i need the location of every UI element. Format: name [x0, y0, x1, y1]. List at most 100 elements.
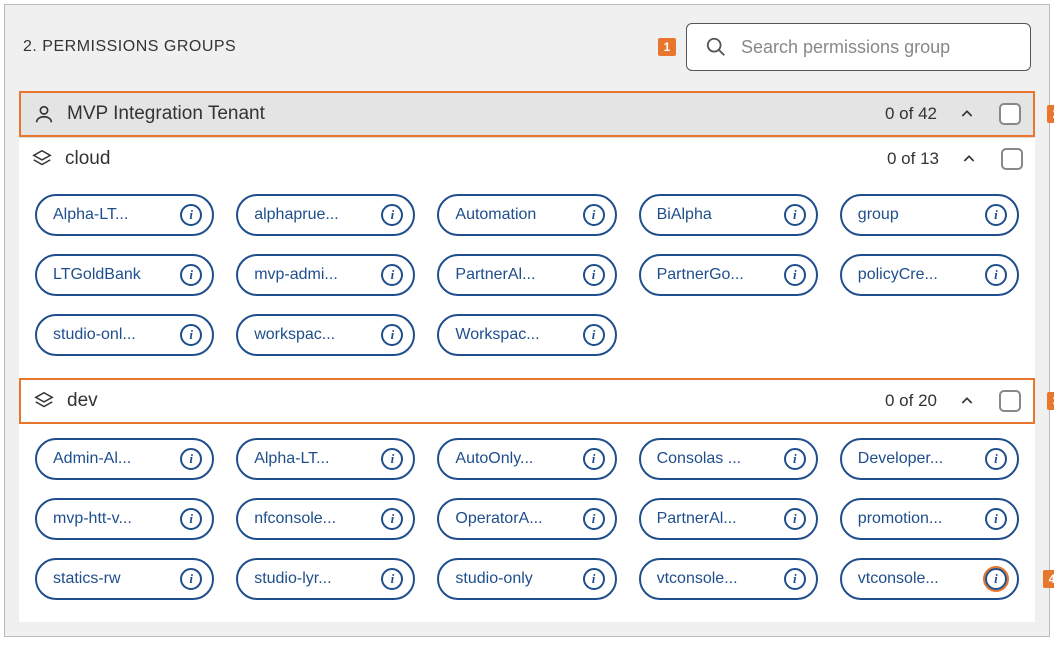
tenant-checkbox[interactable]: [999, 103, 1021, 125]
chip-label: OperatorA...: [455, 510, 542, 528]
info-icon[interactable]: i: [180, 448, 202, 470]
permission-chip[interactable]: Alpha-LT... i: [35, 194, 214, 236]
realm-checkbox[interactable]: [1001, 148, 1023, 170]
chip-label: vtconsole...: [657, 570, 738, 588]
realm-row[interactable]: dev0 of 20: [19, 378, 1035, 424]
info-icon[interactable]: i: [180, 264, 202, 286]
permission-chip[interactable]: BiAlpha i: [639, 194, 818, 236]
chip-label: Alpha-LT...: [254, 450, 329, 468]
panel-body: MVP Integration Tenant 0 of 42 2 cloud 0 …: [19, 91, 1035, 622]
info-icon[interactable]: i: [583, 448, 605, 470]
chip-label: studio-lyr...: [254, 570, 331, 588]
permission-chip[interactable]: Developer... i: [840, 438, 1019, 480]
permission-chip[interactable]: Workspac...i: [437, 314, 616, 356]
permission-chip[interactable]: AutoOnly... i: [437, 438, 616, 480]
chips-grid: Admin-Al...iAlpha-LT...iAutoOnly...iCons…: [19, 424, 1035, 622]
permission-chip[interactable]: OperatorA... i: [437, 498, 616, 540]
permission-chip[interactable]: studio-onl...i: [35, 314, 214, 356]
permission-chip[interactable]: promotion...i: [840, 498, 1019, 540]
info-icon[interactable]: i: [180, 204, 202, 226]
permission-chip[interactable]: mvp-admi...i: [236, 254, 415, 296]
permission-chip[interactable]: studio-onlyi: [437, 558, 616, 600]
callout-3: 3: [1047, 392, 1054, 410]
callout-1: 1: [658, 38, 676, 56]
search-input[interactable]: [741, 37, 1012, 58]
permissions-panel: 2. PERMISSIONS GROUPS 1 MVP: [4, 4, 1050, 637]
info-icon[interactable]: i: [985, 568, 1007, 590]
permission-chip[interactable]: group i: [840, 194, 1019, 236]
chip-label: vtconsole...: [858, 570, 939, 588]
info-icon[interactable]: i: [381, 448, 403, 470]
permission-chip[interactable]: workspac... i: [236, 314, 415, 356]
info-icon[interactable]: i: [381, 204, 403, 226]
permission-chip[interactable]: Consolas ... i: [639, 438, 818, 480]
info-icon[interactable]: i: [583, 324, 605, 346]
user-icon: [33, 103, 55, 125]
permission-chip[interactable]: Automationi: [437, 194, 616, 236]
info-icon[interactable]: i: [784, 568, 806, 590]
permission-chip[interactable]: nfconsole... i: [236, 498, 415, 540]
permission-chip[interactable]: PartnerAl...i: [639, 498, 818, 540]
permission-chip[interactable]: alphaprue...i: [236, 194, 415, 236]
permission-chip[interactable]: Admin-Al... i: [35, 438, 214, 480]
info-icon[interactable]: i: [784, 264, 806, 286]
tenant-label: MVP Integration Tenant: [67, 103, 873, 125]
info-icon[interactable]: i: [985, 264, 1007, 286]
tenant-row[interactable]: MVP Integration Tenant 0 of 42: [19, 91, 1035, 137]
info-icon[interactable]: i: [985, 508, 1007, 530]
chip-label: Developer...: [858, 450, 943, 468]
chip-label: AutoOnly...: [455, 450, 533, 468]
info-icon[interactable]: i: [180, 324, 202, 346]
realm-checkbox[interactable]: [999, 390, 1021, 412]
info-icon[interactable]: i: [381, 324, 403, 346]
realm-row[interactable]: cloud 0 of 13: [19, 137, 1035, 180]
permission-chip[interactable]: PartnerGo... i: [639, 254, 818, 296]
info-icon[interactable]: i: [985, 448, 1007, 470]
info-icon[interactable]: i: [784, 508, 806, 530]
info-icon[interactable]: i: [985, 204, 1007, 226]
tenant-row-wrapper: MVP Integration Tenant 0 of 42 2: [19, 91, 1035, 137]
chip-label: LTGoldBank: [53, 266, 141, 284]
chevron-up-icon[interactable]: [957, 391, 977, 411]
permission-chip[interactable]: Alpha-LT... i: [236, 438, 415, 480]
search-box[interactable]: [686, 23, 1031, 71]
info-icon[interactable]: i: [583, 264, 605, 286]
info-icon[interactable]: i: [180, 568, 202, 590]
callout-2: 2: [1047, 105, 1054, 123]
chip-label: group: [858, 206, 899, 224]
chip-label: Admin-Al...: [53, 450, 131, 468]
info-icon[interactable]: i: [381, 264, 403, 286]
chip-label: PartnerGo...: [657, 266, 744, 284]
permission-chip[interactable]: PartnerAl...i: [437, 254, 616, 296]
chip-label: nfconsole...: [254, 510, 336, 528]
chip-label: Consolas ...: [657, 450, 741, 468]
chevron-up-icon[interactable]: [959, 149, 979, 169]
info-icon[interactable]: i: [784, 204, 806, 226]
permission-chip[interactable]: vtconsole...i4: [840, 558, 1019, 600]
permission-chip[interactable]: policyCre... i: [840, 254, 1019, 296]
info-icon[interactable]: i: [180, 508, 202, 530]
realm-label: dev: [67, 390, 873, 412]
chip-label: policyCre...: [858, 266, 938, 284]
permission-chip[interactable]: mvp-htt-v... i: [35, 498, 214, 540]
chip-label: statics-rw: [53, 570, 121, 588]
permission-chip[interactable]: LTGoldBank i: [35, 254, 214, 296]
permission-chip[interactable]: studio-lyr... i: [236, 558, 415, 600]
chip-label: mvp-htt-v...: [53, 510, 132, 528]
info-icon[interactable]: i: [784, 448, 806, 470]
info-icon[interactable]: i: [583, 204, 605, 226]
realm-count: 0 of 13: [887, 149, 939, 169]
permission-chip[interactable]: vtconsole... i: [639, 558, 818, 600]
layers-icon: [31, 148, 53, 170]
chip-label: Alpha-LT...: [53, 206, 128, 224]
realm-label: cloud: [65, 148, 875, 170]
permission-chip[interactable]: statics-rw i: [35, 558, 214, 600]
chip-label: BiAlpha: [657, 206, 712, 224]
info-icon[interactable]: i: [583, 508, 605, 530]
info-icon[interactable]: i: [381, 508, 403, 530]
chevron-up-icon[interactable]: [957, 104, 977, 124]
callout-4-holder: 4: [1043, 570, 1054, 588]
info-icon[interactable]: i: [583, 568, 605, 590]
info-icon[interactable]: i: [381, 568, 403, 590]
chip-label: workspac...: [254, 326, 335, 344]
